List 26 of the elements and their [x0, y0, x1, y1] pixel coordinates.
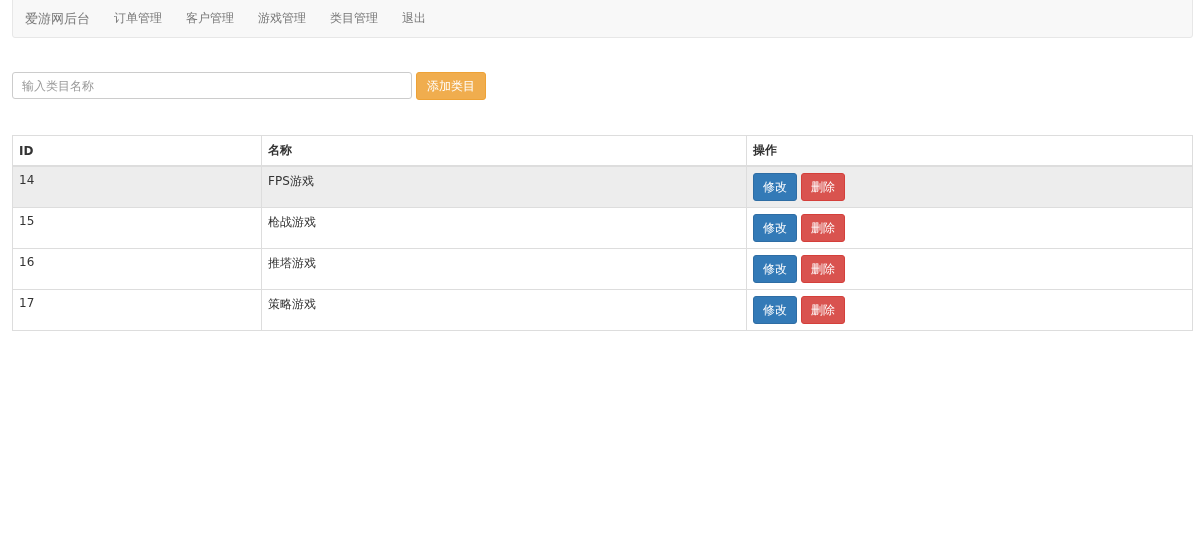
nav-link[interactable]: 订单管理	[114, 10, 162, 27]
column-header: ID	[19, 143, 34, 158]
edit-button[interactable]: 修改	[753, 173, 797, 201]
delete-button[interactable]: 删除	[801, 255, 845, 283]
edit-button[interactable]: 修改	[753, 255, 797, 283]
column-header: 名称	[268, 143, 292, 157]
name-cell: 枪战游戏	[268, 215, 316, 229]
nav-link[interactable]: 类目管理	[330, 10, 378, 27]
name-cell: 策略游戏	[268, 297, 316, 311]
id-cell: 15	[19, 214, 35, 228]
name-cell: FPS游戏	[268, 174, 314, 188]
nav-link[interactable]: 游戏管理	[258, 10, 306, 27]
id-cell: 16	[19, 255, 35, 269]
nav-link[interactable]: 退出	[402, 10, 426, 27]
delete-button[interactable]: 删除	[801, 173, 845, 201]
delete-button[interactable]: 删除	[801, 296, 845, 324]
id-cell: 17	[19, 296, 35, 310]
category-name-field[interactable]: 输入类目名称	[12, 72, 412, 99]
delete-button[interactable]: 删除	[801, 214, 845, 242]
edit-button[interactable]: 修改	[753, 214, 797, 242]
name-cell: 推塔游戏	[268, 256, 316, 270]
id-cell: 14	[19, 173, 35, 187]
brand-link[interactable]: 爱游网后台	[25, 9, 90, 28]
edit-button[interactable]: 修改	[753, 296, 797, 324]
nav-link[interactable]: 客户管理	[186, 10, 234, 27]
column-header: 操作	[753, 143, 777, 157]
